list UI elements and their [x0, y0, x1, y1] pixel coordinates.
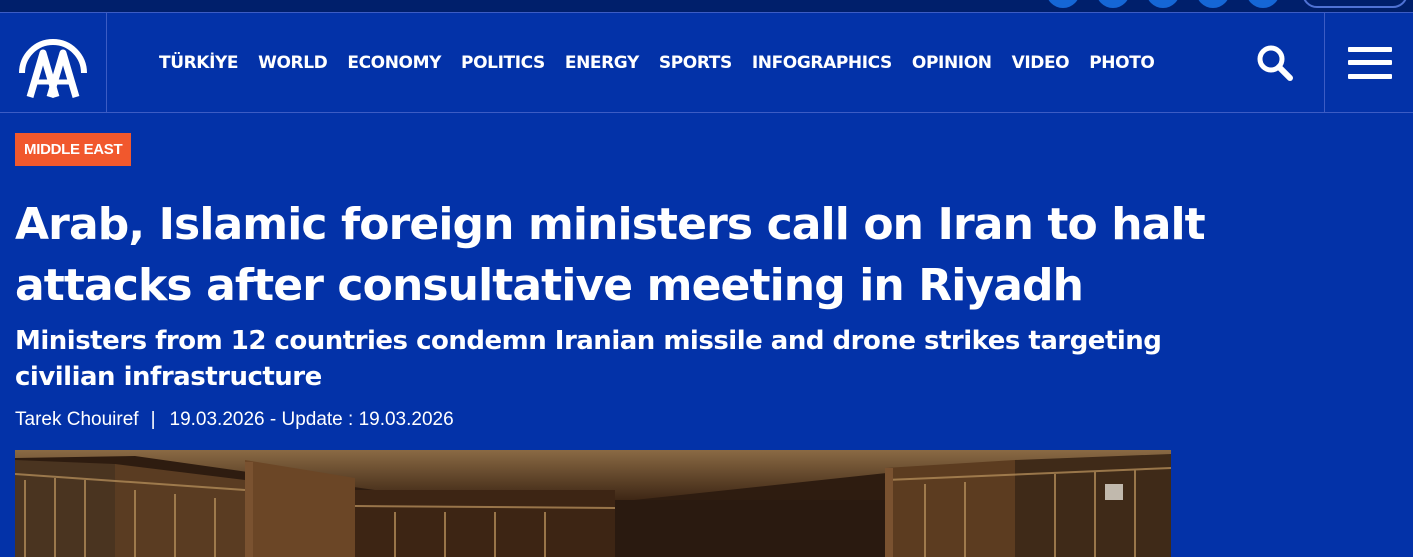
- byline: Tarek Chouiref | 19.03.2026 - Update : 1…: [15, 408, 454, 432]
- category-badge[interactable]: MIDDLE EAST: [15, 133, 132, 166]
- nav-item-infographics[interactable]: INFOGRAPHICS: [752, 53, 892, 73]
- nav-item-sports[interactable]: SPORTS: [659, 53, 732, 73]
- article-subtitle: Ministers from 12 countries condemn Iran…: [15, 326, 1162, 392]
- social-icon[interactable]: [1196, 0, 1230, 8]
- social-icon[interactable]: [1096, 0, 1130, 8]
- nav-item-politics[interactable]: POLITICS: [461, 53, 545, 73]
- social-icon[interactable]: [1246, 0, 1280, 8]
- author-link[interactable]: Tarek Chouiref: [15, 408, 139, 432]
- social-icon[interactable]: [1146, 0, 1180, 8]
- nav-item-energy[interactable]: ENERGY: [565, 53, 639, 73]
- meeting-room-photo: [15, 450, 1171, 557]
- byline-separator: |: [150, 409, 156, 430]
- nav-item-photo[interactable]: PHOTO: [1089, 53, 1155, 73]
- nav-item-economy[interactable]: ECONOMY: [347, 53, 441, 73]
- nav-item-world[interactable]: WORLD: [258, 53, 328, 73]
- menu-button[interactable]: [1326, 13, 1413, 112]
- nav-item-turkiye[interactable]: TÜRKİYE: [159, 53, 239, 73]
- social-icon[interactable]: [1046, 0, 1080, 8]
- article-hero-photo: [15, 450, 1171, 557]
- article-dateline: 19.03.2026 - Update : 19.03.2026: [169, 409, 454, 430]
- article-title: Arab, Islamic foreign ministers call on …: [15, 199, 1206, 311]
- aa-logo-icon: [19, 38, 87, 98]
- search-icon: [1257, 45, 1293, 81]
- search-button[interactable]: [1225, 13, 1325, 112]
- language-selector[interactable]: [1302, 0, 1408, 8]
- nav-item-opinion[interactable]: OPINION: [912, 53, 992, 73]
- site-header: TÜRKİYE WORLD ECONOMY POLITICS ENERGY SP…: [0, 13, 1413, 113]
- hamburger-menu-icon: [1347, 46, 1392, 79]
- top-utility-bar: [0, 0, 1413, 13]
- nav-item-video[interactable]: VIDEO: [1012, 53, 1070, 73]
- main-nav: TÜRKİYE WORLD ECONOMY POLITICS ENERGY SP…: [159, 53, 1174, 73]
- aa-logo[interactable]: [0, 13, 107, 112]
